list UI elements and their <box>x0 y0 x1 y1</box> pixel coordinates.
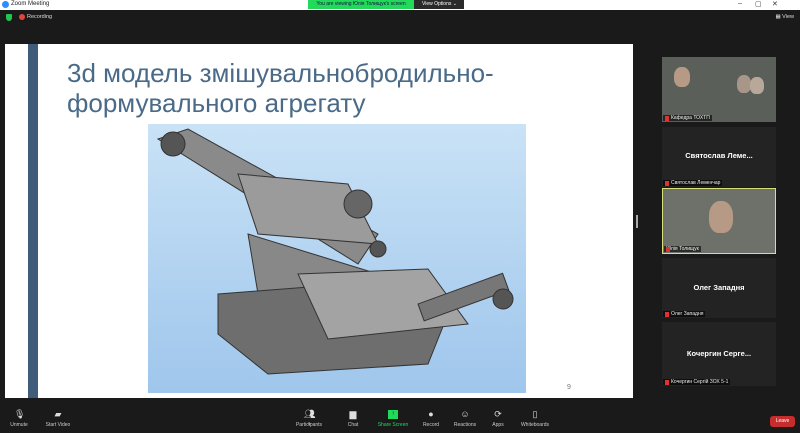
participant-display-name: Кочергин Серге... <box>686 349 752 358</box>
slide-title: 3d модель змішувальнобродильно-формуваль… <box>67 58 494 118</box>
chat-label: Chat <box>347 422 359 428</box>
gallery-tile[interactable]: Кафедра ТОХТП <box>662 57 776 122</box>
participant-name-label: Святослав Леменчар <box>663 180 723 186</box>
start-video-button[interactable]: ▰ Start Video <box>42 405 74 433</box>
security-shield-icon[interactable] <box>6 14 12 21</box>
reactions-button[interactable]: ☺ Reactions <box>451 405 479 433</box>
gallery-tile-active-speaker[interactable]: Юлія Толищук <box>662 188 776 254</box>
whiteboards-label: Whiteboards <box>520 422 550 428</box>
participant-video <box>737 75 751 93</box>
muted-microphone-icon: 🎙︎ <box>14 409 26 419</box>
reactions-icon: ☺ <box>460 409 470 419</box>
video-off-icon: ▰ <box>54 409 62 419</box>
minimize-icon[interactable]: – <box>738 0 742 7</box>
start-video-label: Start Video <box>45 422 71 428</box>
record-icon: ● <box>428 409 434 419</box>
participant-video <box>709 201 733 233</box>
participant-name-label: Юлія Толищук <box>664 246 701 252</box>
participants-icon: 👥︎5 <box>304 409 316 427</box>
chat-button[interactable]: ▆ Chat <box>343 405 363 433</box>
apps-label: Apps <box>492 422 504 428</box>
reactions-label: Reactions <box>453 422 477 428</box>
record-button[interactable]: ● Record <box>420 405 442 433</box>
participant-display-name: Олег Западня <box>693 283 745 292</box>
leave-button[interactable]: Leave <box>770 416 795 427</box>
gallery-tile[interactable]: Святослав Леме... Святослав Леменчар <box>662 127 776 187</box>
share-screen-label: Share Screen <box>377 422 409 428</box>
view-options-label: View Options <box>422 1 452 7</box>
recording-icon <box>19 14 25 20</box>
chat-icon: ▆ <box>349 409 357 419</box>
participant-name-label: Кочергин Сергій ЗОХ 5-1 <box>663 379 731 385</box>
slide-page-number: 9 <box>567 384 571 391</box>
shared-slide: 3d модель змішувальнобродильно-формуваль… <box>5 44 633 398</box>
participant-display-name: Святослав Леме... <box>685 151 753 160</box>
share-screen-icon: ↑ <box>388 410 398 419</box>
participants-button[interactable]: 👥︎5 Participants <box>293 405 325 433</box>
gallery-resize-handle[interactable] <box>636 215 638 228</box>
participants-label: Participants <box>295 422 323 428</box>
unmute-label: Unmute <box>10 422 28 428</box>
recording-status: Recording <box>27 14 53 20</box>
record-label: Record <box>422 422 440 428</box>
apps-icon: ⟳ <box>494 409 502 419</box>
zoom-logo-icon <box>2 1 9 8</box>
share-screen-button[interactable]: ↑ Share Screen <box>376 405 410 433</box>
view-options-button[interactable]: View Options ⌄ <box>414 0 464 9</box>
close-icon[interactable]: ✕ <box>772 0 778 8</box>
participant-name-label: Кафедра ТОХТП <box>663 115 712 121</box>
unmute-button[interactable]: 🎙︎ Unmute <box>6 405 32 433</box>
maximize-icon[interactable]: ▢ <box>755 0 762 8</box>
whiteboard-icon: ▯ <box>532 409 538 419</box>
participant-name-label: Олег Западня <box>663 311 706 317</box>
3d-model-image <box>148 124 526 393</box>
viewing-banner: You are viewing Юлія Толищук's screen <box>308 0 414 9</box>
whiteboards-button[interactable]: ▯ Whiteboards <box>518 405 552 433</box>
gallery-tile[interactable]: Олег Западня Олег Западня <box>662 258 776 318</box>
window-title: Zoom Meeting <box>11 1 50 7</box>
gallery-tile[interactable]: Кочергин Серге... Кочергин Сергій ЗОХ 5-… <box>662 322 776 386</box>
participant-video <box>750 77 764 94</box>
meeting-top-bar: Recording ▦ View <box>0 10 800 25</box>
participant-video <box>674 67 690 87</box>
apps-button[interactable]: ⟳ Apps <box>488 405 508 433</box>
slide-accent-bar <box>28 44 38 398</box>
view-label: View <box>782 14 794 20</box>
view-button[interactable]: ▦ View <box>775 14 794 20</box>
